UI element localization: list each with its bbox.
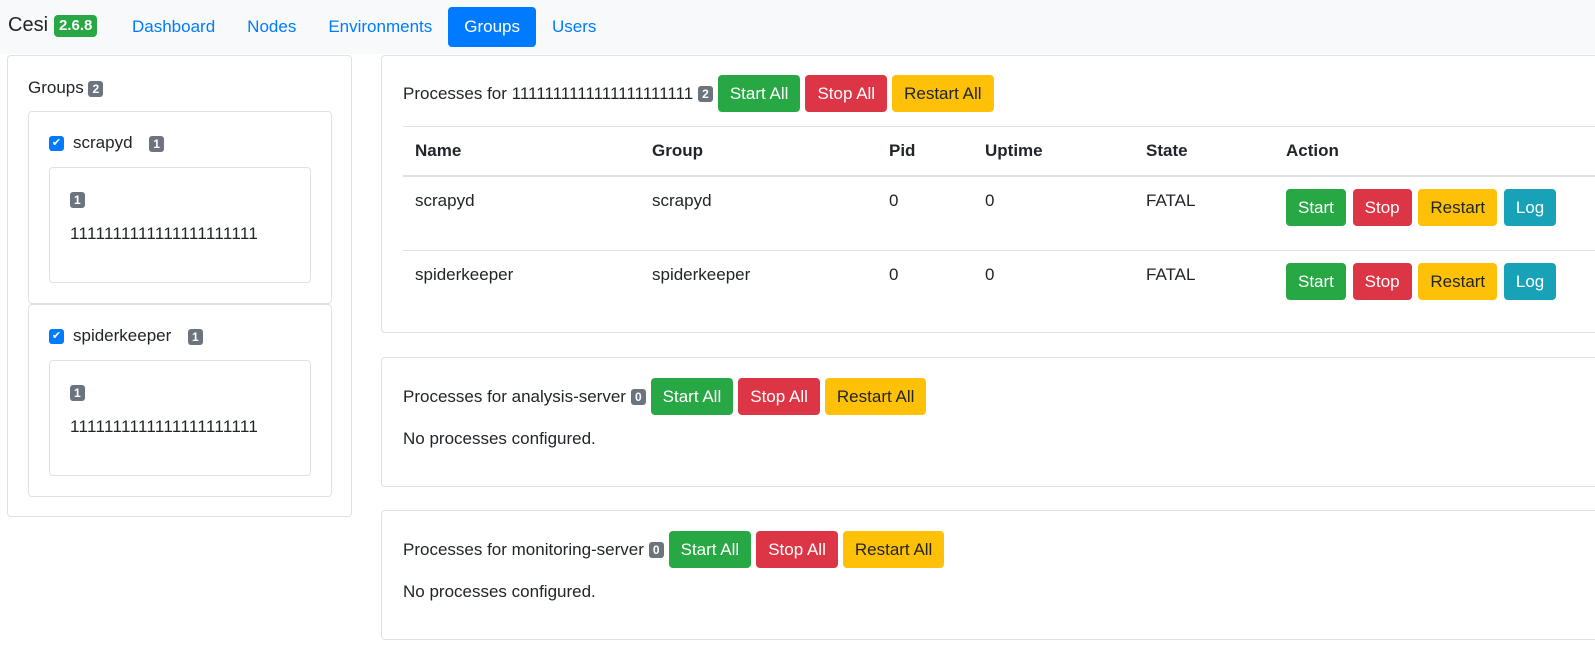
group-checkbox-scrapyd[interactable]: ✔ [49,136,64,151]
process-count-badge: 0 [630,388,646,405]
restart-all-button[interactable]: Restart All [824,378,927,415]
process-panel-monitoring-server: Processes for monitoring-server 0 Start … [381,510,1595,640]
process-state: FATAL [1146,191,1196,210]
col-header-action: Action [1274,126,1595,177]
cell-state: FATAL [1134,251,1274,325]
process-group: spiderkeeper [652,265,751,284]
process-panel-1111: Processes for 1111111111111111111111 2 S… [381,55,1595,333]
brand-name: Cesi [8,14,49,36]
cell-uptime: 0 [973,176,1134,251]
panel-title: Processes for analysis-server [403,386,626,406]
stop-all-button[interactable]: Stop All [756,531,838,568]
col-header-name: Name [403,126,640,177]
nav-environments[interactable]: Environments [312,7,448,47]
group-node-card: 1 1111111111111111111111 [49,360,311,476]
group-node-card: 1 1111111111111111111111 [49,167,311,283]
start-button[interactable]: Start [1286,189,1346,226]
restart-all-button[interactable]: Restart All [842,531,945,568]
stop-all-button[interactable]: Stop All [805,75,888,112]
cell-pid: 0 [877,251,973,325]
stop-button[interactable]: Stop [1352,263,1412,300]
group-name: spiderkeeper 1 [73,326,203,346]
main-nav: Dashboard Nodes Environments Groups User… [116,7,612,47]
cell-name: spiderkeeper [403,251,640,325]
panel-header: Processes for analysis-server 0 Start Al… [403,378,927,415]
cell-name: scrapyd [403,176,640,251]
group-name-text: spiderkeeper [73,326,172,345]
process-table: Name Group Pid Uptime State Action scrap… [403,126,1595,324]
start-all-button[interactable]: Start All [668,531,752,568]
col-header-group: Group [640,126,877,177]
stop-button[interactable]: Stop [1352,189,1412,226]
stop-all-button[interactable]: Stop All [738,378,820,415]
table-row: spiderkeeper spiderkeeper 0 0 FATAL Star… [403,251,1595,325]
col-header-uptime: Uptime [973,126,1134,177]
process-name: spiderkeeper [415,265,514,284]
panel-title: Processes for 1111111111111111111111 [403,83,694,103]
restart-button[interactable]: Restart [1418,189,1498,226]
group-count-badge: 1 [149,135,164,152]
groups-count-badge: 2 [88,80,104,97]
start-button[interactable]: Start [1286,263,1346,300]
version-badge: 2.6.8 [54,14,98,37]
process-pid: 0 [889,265,899,284]
cell-state: FATAL [1134,176,1274,251]
node-name: 1111111111111111111111 [70,417,259,436]
nav-users[interactable]: Users [536,7,612,47]
nav-nodes[interactable]: Nodes [231,7,312,47]
empty-message: No processes configured. [403,582,596,601]
group-name-text: scrapyd [73,133,133,152]
col-header-pid: Pid [877,126,973,177]
cell-group: scrapyd [640,176,877,251]
group-card-scrapyd: ✔ scrapyd 1 1 1111111111111111111111 [28,111,332,304]
cell-group: spiderkeeper [640,251,877,325]
col-header-state: State [1134,126,1274,177]
process-pid: 0 [889,191,899,210]
start-all-button[interactable]: Start All [650,378,734,415]
check-icon: ✔ [51,330,62,342]
cell-uptime: 0 [973,251,1134,325]
cell-actions: Start Stop Restart Log [1274,251,1595,325]
cell-actions: Start Stop Restart Log [1274,176,1595,251]
process-group: scrapyd [652,191,712,210]
process-count-badge: 2 [698,85,713,102]
panel-title: Processes for monitoring-server [403,539,644,559]
nav-groups[interactable]: Groups [448,7,536,47]
sidebar-title-text: Groups [28,78,84,97]
group-card-spiderkeeper: ✔ spiderkeeper 1 1 111111111111111111111… [28,304,332,497]
nav-dashboard[interactable]: Dashboard [116,7,231,47]
process-panel-analysis-server: Processes for analysis-server 0 Start Al… [381,357,1595,487]
table-header-row: Name Group Pid Uptime State Action [403,126,1595,177]
empty-message: No processes configured. [403,429,596,448]
restart-button[interactable]: Restart [1418,263,1498,300]
groups-sidebar: Groups 2 ✔ scrapyd 1 1 11111111111111111… [7,55,352,517]
sidebar-title: Groups 2 [28,78,104,98]
start-all-button[interactable]: Start All [717,75,801,112]
log-button[interactable]: Log [1503,189,1557,226]
panel-header: Processes for 1111111111111111111111 2 S… [403,75,994,112]
check-icon: ✔ [51,137,62,149]
panel-header: Processes for monitoring-server 0 Start … [403,531,945,568]
node-count-badge: 1 [70,385,85,401]
top-navbar: Cesi 2.6.8 Dashboard Nodes Environments … [0,0,1595,54]
process-uptime: 0 [985,265,995,284]
group-name: scrapyd 1 [73,133,164,153]
brand[interactable]: Cesi 2.6.8 [8,14,98,37]
node-count-badge: 1 [70,192,85,208]
log-button[interactable]: Log [1503,263,1557,300]
group-checkbox-spiderkeeper[interactable]: ✔ [49,329,64,344]
process-count-badge: 0 [648,541,664,558]
process-uptime: 0 [985,191,995,210]
process-state: FATAL [1146,265,1196,284]
group-count-badge: 1 [188,328,203,345]
node-name: 1111111111111111111111 [70,224,259,243]
restart-all-button[interactable]: Restart All [892,75,994,112]
table-row: scrapyd scrapyd 0 0 FATAL Start Stop Res… [403,176,1595,251]
cell-pid: 0 [877,176,973,251]
process-name: scrapyd [415,191,475,210]
